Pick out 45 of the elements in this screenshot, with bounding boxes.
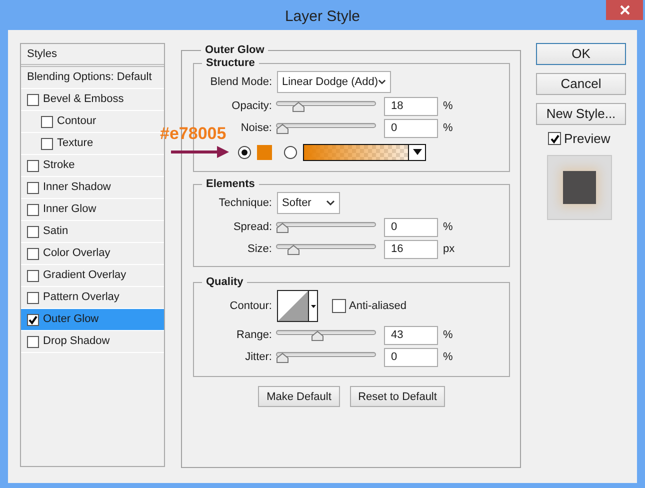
unit-label: %: [443, 98, 453, 114]
field-label: Technique:: [218, 196, 272, 212]
field-label: Contour:: [228, 299, 272, 314]
window-title: Layer Style: [284, 6, 360, 27]
unit-label: %: [443, 220, 453, 236]
dropdown[interactable]: Softer: [277, 192, 340, 214]
dialog-button[interactable]: OK: [536, 43, 626, 65]
style-item[interactable]: Inner Shadow: [21, 177, 164, 199]
style-item[interactable]: Blending Options: Default: [21, 67, 164, 89]
preview-option[interactable]: Preview: [548, 129, 626, 148]
style-item[interactable]: Bevel & Emboss: [21, 89, 164, 111]
dropdown[interactable]: Linear Dodge (Add): [277, 71, 391, 94]
styles-header: Styles: [27, 46, 57, 62]
slider-label: Opacity:: [230, 98, 272, 114]
slider-label: Range:: [236, 328, 272, 344]
style-item[interactable]: Color Overlay: [21, 243, 164, 265]
value-field[interactable]: 16: [384, 240, 438, 259]
unit-label: %: [443, 350, 453, 366]
field-label: Blend Mode:: [209, 74, 272, 90]
default-button[interactable]: Reset to Default: [350, 386, 445, 408]
default-button[interactable]: Make Default: [258, 386, 340, 408]
style-item[interactable]: Satin: [21, 221, 164, 243]
style-item[interactable]: Inner Glow: [21, 199, 164, 221]
unit-label: %: [443, 328, 453, 344]
group-title: Structure: [205, 57, 256, 70]
panel-title: Outer Glow: [204, 44, 266, 56]
slider-label: Jitter:: [244, 350, 272, 366]
slider-label: Size:: [246, 242, 272, 258]
style-item[interactable]: Gradient Overlay: [21, 265, 164, 287]
value-field[interactable]: 0: [384, 118, 438, 138]
group-title: Quality: [205, 276, 244, 288]
unit-label: px: [443, 242, 455, 258]
value-field[interactable]: 0: [384, 348, 438, 367]
anti-aliased-option[interactable]: Anti-aliased: [332, 298, 406, 315]
value-field[interactable]: 0: [384, 218, 438, 237]
group-title: Elements: [205, 178, 256, 190]
value-field[interactable]: 18: [384, 96, 438, 116]
slider-label: Spread:: [232, 220, 272, 236]
unit-label: %: [443, 120, 453, 136]
style-item[interactable]: Stroke: [21, 155, 164, 177]
style-item[interactable]: Drop Shadow: [21, 331, 164, 353]
dialog-button[interactable]: New Style...: [536, 103, 626, 125]
style-item[interactable]: Outer Glow: [21, 309, 164, 331]
dialog-button[interactable]: Cancel: [536, 73, 626, 95]
value-field[interactable]: 43: [384, 326, 438, 345]
